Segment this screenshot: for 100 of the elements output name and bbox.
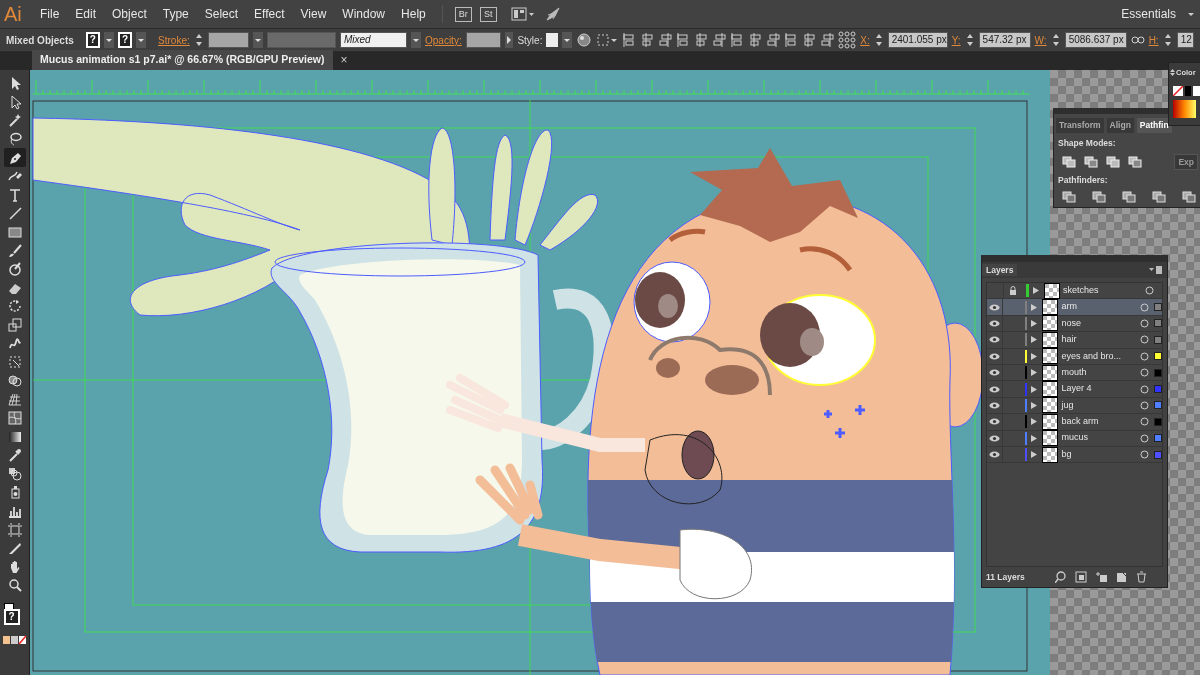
menu-item[interactable]: Type: [154, 5, 197, 23]
panel-tab[interactable]: Transform: [1056, 118, 1104, 133]
menu-icon[interactable]: [1149, 265, 1163, 275]
align-icon[interactable]: [766, 32, 781, 48]
caret-icon[interactable]: [562, 32, 573, 48]
spinner-icon[interactable]: [873, 32, 884, 48]
eye-icon[interactable]: [989, 352, 1001, 360]
expand-button[interactable]: Exp: [1174, 153, 1198, 171]
panel-tab[interactable]: Align: [1106, 118, 1134, 133]
swatch-icon[interactable]: [1173, 86, 1200, 97]
new-sublayer-icon[interactable]: [1094, 571, 1107, 583]
align-icon[interactable]: [748, 32, 763, 48]
align-icon[interactable]: [820, 32, 835, 48]
coordinate-field[interactable]: 12: [1176, 32, 1194, 48]
menu-item[interactable]: View: [292, 5, 335, 23]
pathfinder-icon[interactable]: [1152, 191, 1166, 203]
layer-row[interactable]: back arm: [987, 414, 1162, 431]
color-spectrum[interactable]: [1173, 100, 1196, 119]
app-button[interactable]: St: [479, 6, 497, 22]
pathfinder-icon[interactable]: [1122, 191, 1136, 203]
layer-name[interactable]: mouth: [1061, 365, 1140, 380]
caret-icon[interactable]: [252, 32, 263, 48]
layer-name[interactable]: arm: [1061, 300, 1140, 314]
menu-item[interactable]: Edit: [67, 5, 105, 23]
layer-row[interactable]: eyes and bro...: [987, 348, 1162, 365]
menu-item[interactable]: Window: [334, 5, 394, 23]
caret-icon[interactable]: [411, 32, 421, 48]
eye-icon[interactable]: [989, 451, 1001, 459]
stroke-swatch[interactable]: ?: [117, 32, 133, 48]
spinner-icon[interactable]: [1050, 32, 1061, 48]
shape-mode-icon[interactable]: [1106, 155, 1120, 168]
menu-item[interactable]: Select: [196, 5, 247, 23]
expand-arrow-icon[interactable]: [1031, 451, 1038, 459]
layer-row[interactable]: jug: [987, 397, 1162, 415]
spinner-icon[interactable]: [964, 32, 975, 48]
layer-name[interactable]: eyes and bro...: [1061, 349, 1140, 363]
coordinate-field[interactable]: 5086.637 px: [1064, 32, 1127, 48]
trash-icon[interactable]: [1134, 571, 1147, 583]
layer-row[interactable]: Layer 4: [987, 381, 1162, 398]
shape-mode-icon[interactable]: [1128, 155, 1142, 168]
close-button[interactable]: ×: [340, 51, 348, 70]
reference-point-icon[interactable]: [838, 31, 857, 49]
pathfinder-icon[interactable]: [1062, 191, 1076, 203]
stroke-label[interactable]: Stroke:: [158, 32, 190, 48]
layer-name[interactable]: mucus: [1061, 431, 1140, 445]
align-icon[interactable]: [802, 32, 817, 48]
align-icon[interactable]: [712, 32, 727, 48]
layer-row[interactable]: nose: [987, 315, 1162, 333]
layer-name[interactable]: back arm: [1061, 415, 1140, 429]
new-layer-icon[interactable]: [1114, 571, 1127, 583]
align-icon[interactable]: [676, 32, 691, 48]
search-icon[interactable]: [1054, 571, 1067, 583]
app-button[interactable]: Br: [454, 6, 472, 22]
menu-item[interactable]: Effect: [246, 5, 293, 23]
rocket-icon[interactable]: [544, 6, 561, 22]
layer-row[interactable]: arm: [987, 299, 1162, 316]
style-swatch[interactable]: [546, 33, 559, 47]
coordinate-field[interactable]: 547.32 px: [978, 32, 1031, 48]
stroke-weight-field[interactable]: [207, 32, 249, 48]
menu-item[interactable]: Object: [104, 5, 155, 23]
pathfinder-icon[interactable]: [1182, 191, 1196, 203]
align-icon[interactable]: [784, 32, 799, 48]
eye-icon[interactable]: [989, 320, 1001, 327]
fill-stroke-widget[interactable]: ?: [1, 602, 28, 627]
shape-mode-icon[interactable]: [1062, 155, 1076, 168]
eye-icon[interactable]: [989, 303, 1001, 311]
layer-name[interactable]: sketches: [1063, 283, 1145, 298]
fill-swatch[interactable]: ?: [85, 32, 100, 48]
brush-field[interactable]: Mixed: [340, 32, 407, 48]
globe-icon[interactable]: [576, 32, 593, 48]
eye-icon[interactable]: [989, 434, 1001, 442]
opacity-label[interactable]: Opacity:: [425, 32, 462, 48]
spinner-icon[interactable]: [1162, 32, 1173, 48]
variable-width-field[interactable]: [266, 32, 336, 48]
layout-icon[interactable]: [510, 7, 535, 21]
caret-icon[interactable]: [103, 32, 114, 48]
eye-icon[interactable]: [989, 385, 1001, 393]
eye-icon[interactable]: [989, 369, 1001, 377]
align-icon[interactable]: [622, 32, 637, 48]
menu-item[interactable]: Help: [393, 5, 434, 23]
workspace-switcher[interactable]: Essentials: [1113, 5, 1184, 23]
opacity-field[interactable]: [465, 32, 502, 48]
layer-name[interactable]: bg: [1061, 447, 1140, 462]
document-tab[interactable]: Mucus animation s1 p7.ai* @ 66.67% (RGB/GPU Preview): [32, 50, 333, 70]
lock-icon[interactable]: [1009, 286, 1017, 296]
color-mode-icon[interactable]: [2, 634, 27, 645]
caret-icon[interactable]: [136, 32, 147, 48]
selection-square-icon[interactable]: [1154, 352, 1162, 361]
panel-tab[interactable]: Layers: [982, 263, 1018, 277]
layer-row[interactable]: bg: [987, 446, 1162, 464]
eye-icon[interactable]: [989, 418, 1001, 426]
align-icon[interactable]: [658, 32, 673, 48]
shape-mode-icon[interactable]: [1084, 155, 1098, 168]
clipping-mask-icon[interactable]: [1074, 571, 1087, 583]
layer-name[interactable]: nose: [1061, 316, 1140, 331]
panel-tab[interactable]: Pathfin: [1136, 118, 1172, 133]
align-icon[interactable]: [694, 32, 709, 48]
transform-icon[interactable]: [596, 32, 619, 48]
layer-row[interactable]: mouth: [987, 364, 1162, 382]
pathfinder-icon[interactable]: [1092, 191, 1106, 203]
